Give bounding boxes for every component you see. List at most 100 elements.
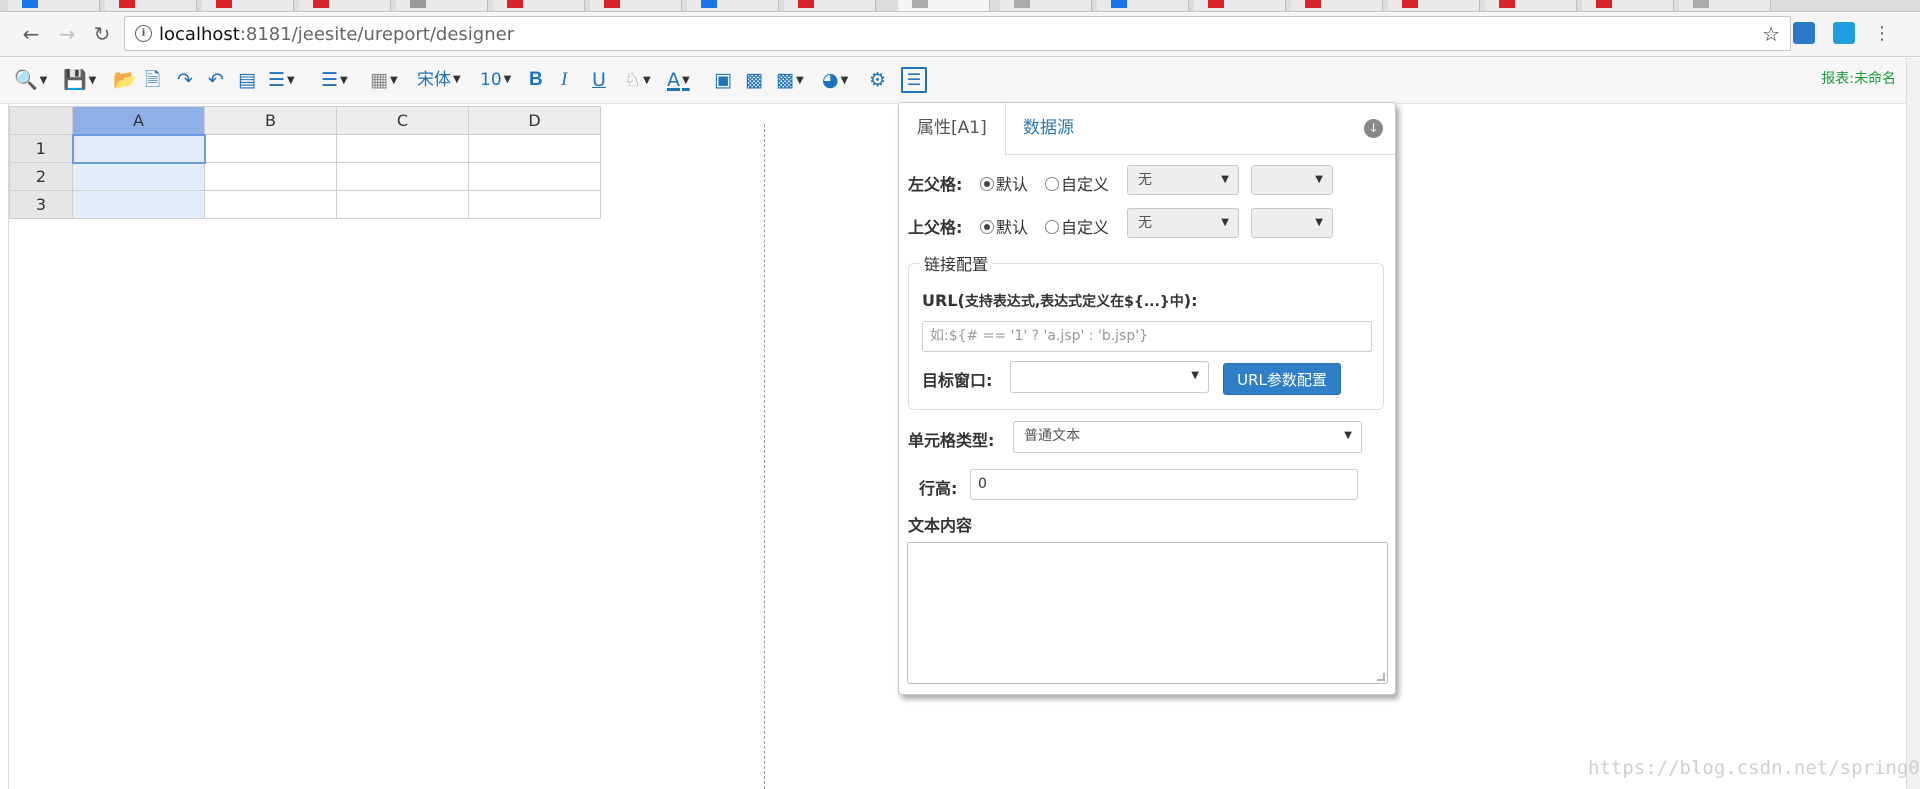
top-parent-default-radio[interactable]: 默认 (980, 214, 1028, 238)
back-icon[interactable]: ← (17, 20, 45, 48)
column-header[interactable]: C (336, 106, 469, 135)
radio-label: 默认 (996, 175, 1029, 194)
grid-cell[interactable] (336, 190, 469, 219)
browser-tab[interactable] (1582, 0, 1674, 11)
browser-tab[interactable] (396, 0, 488, 11)
grid-cell[interactable] (468, 134, 601, 163)
browser-tab-strip (0, 0, 1920, 12)
browser-tab[interactable] (1679, 0, 1771, 11)
browser-tab[interactable] (1000, 0, 1092, 11)
image-icon[interactable]: ▩ (745, 66, 763, 94)
browser-tab[interactable] (493, 0, 585, 11)
grid-cell[interactable] (204, 190, 337, 219)
browser-tab[interactable] (1097, 0, 1189, 11)
import-icon[interactable]: 🗎 (145, 66, 160, 94)
chevron-down-icon: ▼ (1315, 217, 1323, 228)
redo-icon[interactable]: ↷ (177, 66, 193, 94)
chart-icon[interactable]: ◕ ▼ (822, 66, 848, 94)
browser-tab[interactable] (8, 0, 100, 11)
row-height-input[interactable]: 0 (970, 469, 1358, 500)
grid-cell[interactable] (72, 162, 205, 191)
chevron-down-icon: ▼ (1344, 430, 1352, 441)
text-content-label: 文本内容 (908, 516, 973, 535)
url-input[interactable]: 如:${# == '1' ? 'a.jsp' : 'b.jsp'} (922, 321, 1372, 352)
qrcode-icon[interactable]: ▩ ▼ (776, 66, 804, 94)
align-icon[interactable]: ☰ ▼ (268, 66, 295, 94)
fill-color-icon[interactable]: ♘ ▼ (624, 66, 651, 94)
grid-corner[interactable] (9, 106, 73, 135)
grid-cell[interactable] (468, 162, 601, 191)
line-style-icon[interactable]: ☰ ▼ (321, 66, 348, 94)
browser-tab[interactable] (590, 0, 682, 11)
font-color-icon[interactable]: A ▼ (667, 66, 690, 94)
url-hint: 支持表达式,表达式定义在${...}中 (964, 294, 1184, 310)
browser-menu-icon[interactable]: ⋮ (1868, 20, 1896, 48)
italic-icon[interactable]: I (561, 66, 567, 94)
font-family-select[interactable]: 宋体 ▼ (417, 66, 461, 94)
reload-icon[interactable]: ↻ (88, 20, 116, 48)
grid-cell[interactable] (72, 190, 205, 219)
column-header[interactable]: A (72, 106, 205, 135)
grid-cell[interactable] (204, 134, 337, 163)
collapse-panel-icon[interactable]: ↓ (1364, 119, 1383, 138)
address-bar[interactable]: i localhost:8181/jeesite/ureport/designe… (124, 16, 1791, 51)
text-content-textarea[interactable] (907, 542, 1388, 684)
extension-icon[interactable] (1793, 22, 1815, 44)
property-panel-icon[interactable]: ☰ (901, 67, 927, 93)
browser-tab[interactable] (1485, 0, 1577, 11)
browser-tab-active[interactable] (898, 0, 990, 11)
grid-cell[interactable] (336, 162, 469, 191)
radio-checked-icon (980, 177, 994, 191)
settings-icon[interactable]: ⚙ (869, 66, 886, 94)
grid-cell[interactable] (204, 162, 337, 191)
open-folder-icon[interactable]: 📂 (113, 66, 137, 94)
preview-icon[interactable]: 🔍 ▼ (14, 66, 47, 94)
left-parent-default-radio[interactable]: 默认 (980, 171, 1028, 195)
top-parent-select[interactable]: 无 ▼ (1127, 208, 1239, 238)
browser-tab[interactable] (202, 0, 294, 11)
column-header[interactable]: D (468, 106, 601, 135)
save-icon[interactable]: 💾 ▼ (63, 66, 96, 94)
grid-cell[interactable] (468, 190, 601, 219)
page-boundary-line (764, 124, 765, 789)
resize-grip-icon[interactable] (1377, 673, 1385, 681)
select-value: 无 (1138, 215, 1152, 231)
row-header[interactable]: 3 (9, 190, 73, 219)
undo-icon[interactable]: ↶ (208, 66, 224, 94)
tab-properties[interactable]: 属性[A1] (899, 103, 1006, 156)
underline-icon[interactable]: U (592, 66, 606, 94)
bookmark-star-icon[interactable]: ☆ (1762, 22, 1780, 46)
url-param-config-button[interactable]: URL参数配置 (1223, 363, 1341, 395)
cell-type-select[interactable]: 普通文本 ▼ (1013, 421, 1362, 453)
browser-tab[interactable] (687, 0, 779, 11)
bold-icon[interactable]: B (529, 66, 543, 94)
grid-cell[interactable] (336, 134, 469, 163)
tab-datasource[interactable]: 数据源 (1005, 103, 1092, 156)
row-header[interactable]: 1 (9, 134, 73, 163)
browser-tab[interactable] (1194, 0, 1286, 11)
target-window-select[interactable]: ▼ (1010, 361, 1209, 393)
merge-cell-icon[interactable]: ▤ (238, 66, 256, 94)
site-info-icon[interactable]: i (135, 25, 152, 42)
property-panel: 属性[A1] 数据源 ↓ 左父格: 默认 自定义 无 ▼ ▼ 上父格: 默认 自定… (898, 102, 1396, 695)
column-header[interactable]: B (204, 106, 337, 135)
browser-tab[interactable] (1388, 0, 1480, 11)
border-icon[interactable]: ▦ ▼ (370, 66, 398, 94)
chevron-down-icon: ▼ (1221, 217, 1229, 228)
browser-tab[interactable] (299, 0, 391, 11)
browser-tab[interactable] (784, 0, 876, 11)
row-header[interactable]: 2 (9, 162, 73, 191)
forward-icon[interactable]: → (53, 20, 81, 48)
left-parent-select[interactable]: 无 ▼ (1127, 165, 1239, 195)
left-parent-sub-select[interactable]: ▼ (1251, 165, 1333, 195)
grid-cell-active[interactable] (71, 133, 206, 164)
browser-tab[interactable] (1291, 0, 1383, 11)
slash-icon[interactable]: ▣ (714, 66, 732, 94)
browser-tab[interactable] (105, 0, 197, 11)
top-parent-custom-radio[interactable]: 自定义 (1045, 214, 1109, 238)
left-parent-custom-radio[interactable]: 自定义 (1045, 171, 1109, 195)
font-size-select[interactable]: 10 ▼ (480, 66, 511, 94)
select-value: 普通文本 (1024, 428, 1080, 444)
extension-icon[interactable] (1833, 22, 1855, 44)
top-parent-sub-select[interactable]: ▼ (1251, 208, 1333, 238)
